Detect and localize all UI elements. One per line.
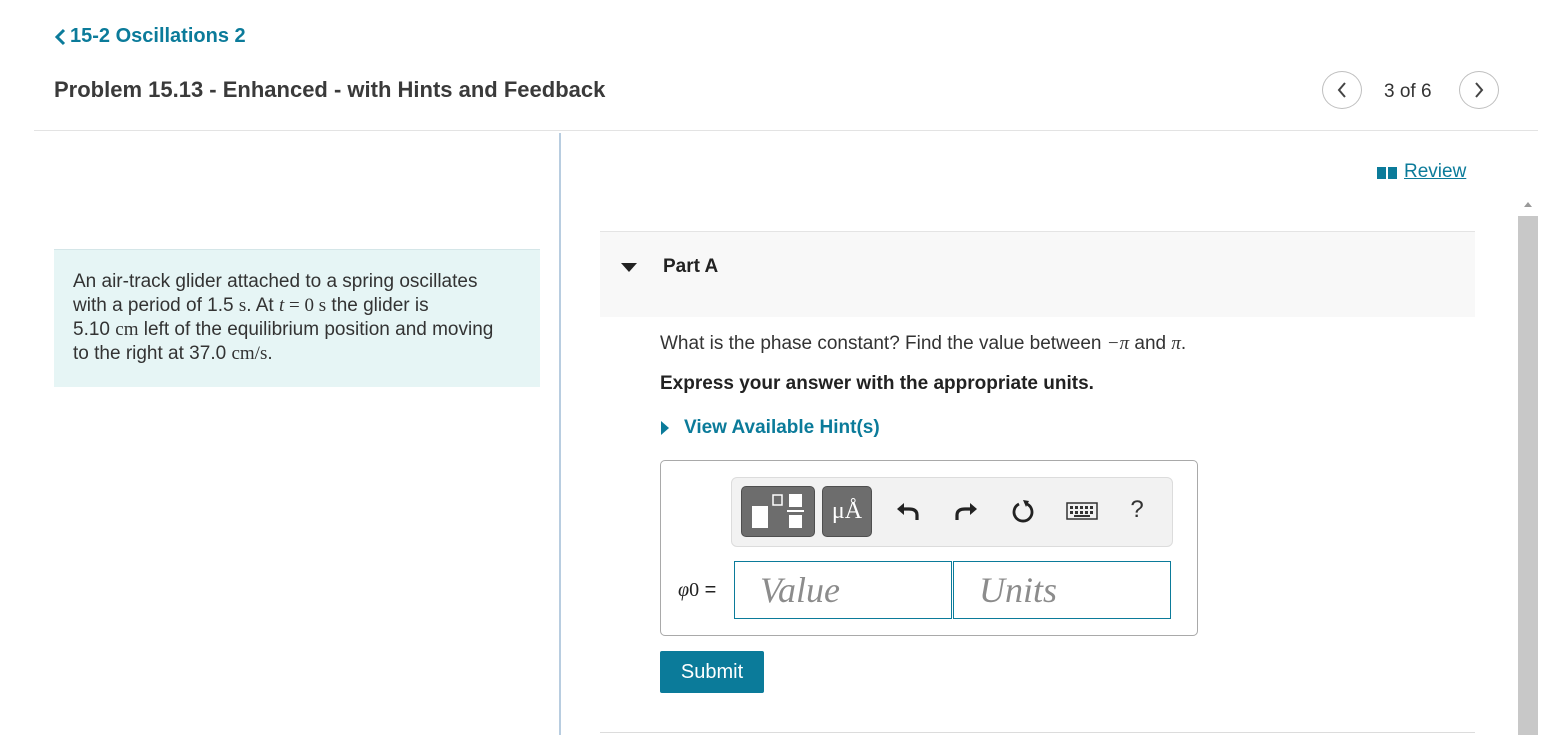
book-icon [1377, 166, 1397, 179]
math-symbol: π [1171, 333, 1181, 354]
view-hints-link[interactable]: View Available Hint(s) [660, 417, 880, 439]
value-input[interactable] [734, 561, 952, 619]
statement-text: to the right at 37.0 [73, 343, 227, 364]
units-input[interactable] [953, 561, 1171, 619]
part-a-header[interactable]: Part A [600, 231, 1475, 317]
variable-subscript: 0 [689, 579, 700, 601]
undo-icon [897, 503, 919, 520]
statement-text: left of the equilibrium position and mov… [143, 319, 494, 340]
back-link[interactable]: 15-2 Oscillations 2 [54, 25, 246, 48]
question-text: What is the phase constant? Find the val… [660, 333, 1186, 355]
statement-text: 5.10 [73, 319, 110, 340]
statement-line: to the right at 37.0 cm/s. [73, 342, 522, 366]
back-link-label: 15-2 Oscillations 2 [70, 25, 246, 47]
submit-button[interactable]: Submit [660, 651, 764, 693]
scroll-up-button[interactable] [1518, 194, 1538, 214]
answer-box: μÅ ? φ0 = Value Units [660, 460, 1198, 636]
instruction-text: Express your answer with the appropriate… [660, 373, 1094, 394]
part-a-label: Part A [663, 256, 719, 277]
problem-title: Problem 15.13 - Enhanced - with Hints an… [54, 77, 606, 102]
keyboard-icon [1066, 502, 1098, 520]
math-variable: t [278, 295, 285, 316]
undo-button[interactable] [892, 495, 924, 527]
caret-up-icon [1524, 202, 1532, 207]
reset-button[interactable] [1007, 495, 1039, 527]
question-part: . [1180, 333, 1187, 354]
redo-icon [955, 503, 977, 520]
question-part: and [1134, 333, 1167, 354]
chevron-left-icon [54, 28, 66, 45]
next-problem-button[interactable] [1459, 71, 1499, 109]
view-hints-label: View Available Hint(s) [684, 417, 880, 438]
page-count: 3 of 6 [1384, 81, 1432, 102]
header-divider [34, 130, 1538, 131]
column-divider [559, 133, 561, 735]
problem-statement: An air-track glider attached to a spring… [54, 249, 540, 387]
review-label: Review [1404, 161, 1467, 182]
statement-text: the glider is [331, 295, 429, 316]
variable-label: φ0 = [678, 579, 716, 602]
math-toolbar: μÅ ? [731, 477, 1173, 547]
statement-text: . [267, 343, 273, 364]
chevron-left-icon [1337, 82, 1346, 98]
statement-text: An air-track glider attached to a spring… [73, 271, 478, 292]
bottom-divider [600, 732, 1475, 733]
statement-line: with a period of 1.5 s. At t = 0 s the g… [73, 294, 522, 318]
variable-symbol: φ [678, 579, 690, 601]
reset-icon [1012, 500, 1034, 523]
fraction-template-icon [752, 493, 804, 528]
keyboard-button[interactable] [1062, 495, 1102, 527]
help-button[interactable]: ? [1124, 492, 1150, 528]
templates-button[interactable] [741, 486, 815, 537]
math-symbol: −π [1106, 333, 1130, 354]
caret-down-icon[interactable] [620, 260, 638, 274]
math-equation: = 0 [289, 295, 314, 316]
statement-line: An air-track glider attached to a spring… [73, 270, 522, 294]
previous-problem-button[interactable] [1322, 71, 1362, 109]
statement-text: with a period of 1.5 [73, 295, 234, 316]
scrollbar-thumb[interactable] [1518, 216, 1538, 735]
unit: s [318, 295, 327, 316]
unit: cm/s [231, 343, 268, 364]
redo-button[interactable] [950, 495, 982, 527]
unit: cm [115, 319, 139, 340]
review-link[interactable]: Review [1376, 161, 1466, 183]
question-part: What is the phase constant? Find the val… [660, 333, 1102, 354]
statement-line: 5.10 cm left of the equilibrium position… [73, 318, 522, 342]
symbols-button[interactable]: μÅ [822, 486, 872, 537]
chevron-right-icon [1475, 82, 1484, 98]
statement-text: . At [246, 295, 274, 316]
equals-sign: = [704, 579, 717, 601]
caret-right-icon [661, 421, 669, 435]
